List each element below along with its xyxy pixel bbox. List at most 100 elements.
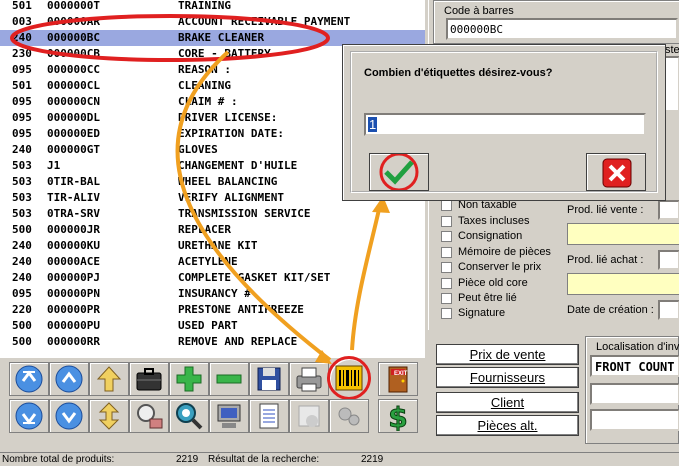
list-item[interactable]: 220 000000PR PRESTONE ANTIFREEZE: [0, 302, 425, 318]
linked-purchase-label: Prod. lié achat :: [567, 254, 644, 266]
list-item[interactable]: 003 000000AR ACCOUNT RECEIVABLE PAYMENT: [0, 14, 425, 30]
previous-record-button[interactable]: [49, 362, 89, 396]
barcode-value: 000000BC: [450, 23, 503, 36]
save-button[interactable]: [249, 362, 289, 396]
checkbox-memoire[interactable]: [441, 247, 452, 258]
list-item-code: 000000CC: [47, 63, 100, 76]
last-record-button[interactable]: [9, 399, 49, 433]
list-item-dept: 503: [12, 159, 32, 172]
checkbox-non-taxable[interactable]: [441, 200, 452, 211]
print-labels-button[interactable]: [327, 356, 371, 400]
stamp-button[interactable]: [129, 399, 169, 433]
magnifier-stamp-icon: [137, 404, 163, 429]
list-item[interactable]: 240 000000PJ COMPLETE GASKET KIT/SET: [0, 270, 425, 286]
list-item-desc: GLOVES: [178, 143, 218, 156]
checkbox-signature[interactable]: [441, 308, 452, 319]
checkbox-peut-etre-lie[interactable]: [441, 293, 452, 304]
exit-button[interactable]: EXIT: [378, 362, 418, 396]
prix-de-vente-label: Prix de vente: [469, 347, 546, 362]
list-item-desc: CHANGEMENT D'HUILE: [178, 159, 298, 172]
list-item-code: 000000KU: [47, 239, 100, 252]
fournisseurs-label: Fournisseurs: [469, 370, 546, 385]
fournisseurs-button[interactable]: Fournisseurs: [436, 367, 579, 388]
list-item-code: 000000RR: [47, 335, 100, 348]
cancel-button[interactable]: [586, 153, 646, 191]
linked-sale-code-field[interactable]: [658, 200, 679, 220]
pieces-alt-button[interactable]: Pièces alt.: [436, 415, 579, 436]
barcode-field[interactable]: 000000BC: [446, 18, 678, 40]
move-up-button[interactable]: [89, 362, 129, 396]
remove-button[interactable]: [209, 362, 249, 396]
briefcase-icon: [136, 368, 162, 391]
list-item[interactable]: 240 00000ACE ACETYLENE: [0, 254, 425, 270]
checkbox-conserver-prix[interactable]: [441, 262, 452, 273]
print-button[interactable]: [289, 362, 329, 396]
label-quantity-dialog: Combien d'étiquettes désirez-vous? 1: [342, 44, 666, 201]
first-record-button[interactable]: [9, 362, 49, 396]
location-field-2[interactable]: [590, 383, 679, 405]
settings-button[interactable]: [329, 399, 369, 433]
location-field[interactable]: FRONT COUNT: [590, 355, 679, 377]
checkbox-taxes-incluses[interactable]: [441, 216, 452, 227]
list-item-desc: REMOVE AND REPLACE: [178, 335, 298, 348]
status-bar: Nombre total de produits: 2219 Résultat …: [0, 452, 679, 466]
search-button[interactable]: [169, 399, 209, 433]
list-item-dept: 500: [12, 335, 32, 348]
list-item-dept: 003: [12, 15, 32, 28]
checkbox-label-2: Consignation: [458, 230, 523, 242]
client-button[interactable]: Client: [436, 392, 579, 413]
computer-button[interactable]: [209, 399, 249, 433]
creation-date-label: Date de création :: [567, 304, 654, 316]
list-item[interactable]: 500 000000JR REPLACER: [0, 222, 425, 238]
list-item-desc: WHEEL BALANCING: [178, 175, 278, 188]
creation-date-field[interactable]: [658, 300, 679, 320]
pieces-alt-label: Pièces alt.: [477, 418, 538, 433]
list-item[interactable]: 500 000000PU USED PART: [0, 318, 425, 334]
location-field-3[interactable]: [590, 409, 679, 431]
list-item-desc: ACCOUNT RECEIVABLE PAYMENT: [178, 15, 351, 28]
dollar-icon: $: [388, 401, 408, 431]
list-item-dept: 095: [12, 287, 32, 300]
checkbox-old-core[interactable]: [441, 278, 452, 289]
move-up-down-button[interactable]: [89, 399, 129, 433]
list-item-desc: TRANSMISSION SERVICE: [178, 207, 311, 220]
list-item-desc: CORE - BATTERY: [178, 47, 271, 60]
briefcase-button[interactable]: [129, 362, 169, 396]
ok-button[interactable]: [369, 153, 429, 191]
document-button[interactable]: [249, 399, 289, 433]
list-item-desc: CLAIM # :: [178, 95, 238, 108]
location-group: Localisation d'inve FRONT COUNT: [585, 336, 679, 444]
up-arrow-icon: [96, 366, 122, 392]
calendar-button[interactable]: [289, 399, 329, 433]
linked-purchase-code-field[interactable]: [658, 250, 679, 270]
price-button[interactable]: $: [378, 399, 418, 433]
list-item-dept: 500: [12, 223, 32, 236]
calendar-icon: [298, 405, 320, 427]
exit-door-icon: [388, 366, 408, 393]
quantity-input[interactable]: 1: [364, 113, 646, 136]
list-item[interactable]: 095 000000PN INSURANCY #: [0, 286, 425, 302]
checkbox-consignation[interactable]: [441, 231, 452, 242]
linked-purchase-field[interactable]: [567, 273, 679, 295]
linked-sale-label: Prod. lié vente :: [567, 204, 644, 216]
quantity-value: 1: [368, 117, 378, 132]
checkbox-label-1: Taxes incluses: [458, 215, 530, 227]
list-item[interactable]: 503 0TRA-SRV TRANSMISSION SERVICE: [0, 206, 425, 222]
barcode-icon: [335, 365, 363, 391]
list-item-code: 0TRA-SRV: [47, 207, 100, 220]
barcode-label: Code à barres: [444, 5, 514, 17]
arrow-up-icon: [55, 365, 83, 393]
dialog-frame: Combien d'étiquettes désirez-vous? 1: [350, 51, 658, 193]
checkmark-icon: [379, 154, 419, 190]
add-button[interactable]: [169, 362, 209, 396]
linked-sale-field[interactable]: [567, 223, 679, 245]
next-record-button[interactable]: [49, 399, 89, 433]
list-item-dept: 240: [12, 255, 32, 268]
checkbox-label-7: Signature: [458, 307, 506, 319]
list-item[interactable]: 500 000000RR REMOVE AND REPLACE: [0, 334, 425, 350]
list-item-dept: 240: [12, 31, 32, 44]
prix-de-vente-button[interactable]: Prix de vente: [436, 344, 579, 365]
list-item[interactable]: 240 000000KU URETHANE KIT: [0, 238, 425, 254]
list-item-dept: 503: [12, 207, 32, 220]
list-item[interactable]: 501 0000000T TRAINING: [0, 0, 425, 14]
